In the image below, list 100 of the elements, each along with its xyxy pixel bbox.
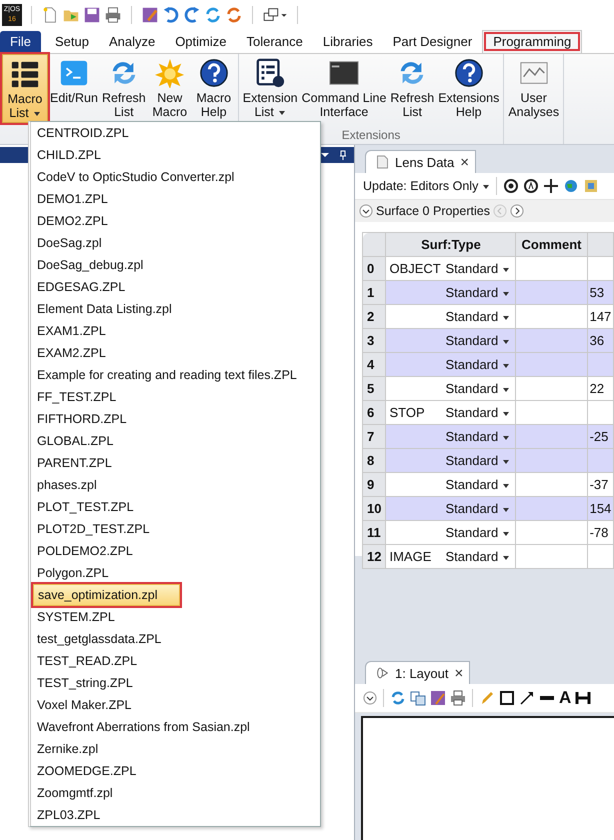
menu-item[interactable]: GLOBAL.ZPL — [33, 430, 318, 452]
menu-item[interactable]: ZOOMEDGE.ZPL — [33, 760, 318, 782]
menu-item[interactable]: POLDEMO2.ZPL — [33, 540, 318, 562]
arrow-icon[interactable] — [519, 690, 535, 706]
ribbon-button[interactable]: Refresh List — [100, 54, 148, 121]
menu-item[interactable]: Element Data Listing.zpl — [33, 298, 318, 320]
ribbon-button[interactable]: Extension List — [240, 54, 300, 121]
row-number: 0 — [362, 256, 386, 280]
expand-icon[interactable] — [363, 691, 377, 705]
menu-item[interactable]: Wavefront Aberrations from Sasian.zpl — [33, 716, 318, 738]
undo-icon[interactable] — [162, 6, 180, 24]
menu-item[interactable]: Voxel Maker.ZPL — [33, 694, 318, 716]
refresh-icon[interactable] — [390, 690, 406, 706]
table-cell — [516, 328, 588, 352]
ribbon-tab[interactable]: Tolerance — [236, 31, 313, 53]
menu-item[interactable]: EDGESAG.ZPL — [33, 276, 318, 298]
table-cell — [587, 256, 614, 280]
editor-tab[interactable]: Lens Data × — [365, 150, 476, 173]
row-number: 1 — [362, 280, 386, 304]
copy-icon[interactable] — [410, 690, 426, 706]
menu-item[interactable]: TEST_string.ZPL — [33, 672, 318, 694]
menu-item[interactable]: EXAM2.ZPL — [33, 342, 318, 364]
close-button[interactable]: × — [460, 154, 470, 170]
menu-item[interactable]: PARENT.ZPL — [33, 452, 318, 474]
menu-item[interactable]: CENTROID.ZPL — [33, 122, 318, 144]
table-cell — [516, 280, 588, 304]
ribbon-tab[interactable]: Programming — [482, 30, 582, 53]
button-label: List — [254, 105, 286, 119]
row-number: 10 — [362, 496, 386, 520]
save-as-icon[interactable] — [141, 6, 159, 24]
caret-icon[interactable] — [320, 150, 330, 160]
refresh-icon[interactable] — [204, 6, 222, 24]
dimension-icon[interactable] — [575, 690, 592, 706]
ribbon-button[interactable]: Extensions Help — [436, 54, 502, 121]
menu-item[interactable]: FF_TEST.ZPL — [33, 386, 318, 408]
column-header: Surf:Type — [386, 232, 516, 256]
redo-icon[interactable] — [183, 6, 201, 24]
ribbon-button[interactable]: New Macro — [148, 54, 192, 121]
menu-item[interactable]: PLOT2D_TEST.ZPL — [33, 518, 318, 540]
menu-item[interactable]: Example for creating and reading text files.ZPL — [33, 364, 318, 386]
ribbon-button[interactable]: Macro Help — [192, 54, 236, 121]
menu-item[interactable]: SYSTEM.ZPL — [33, 606, 318, 628]
globe-icon[interactable] — [563, 178, 580, 194]
caret-icon — [502, 506, 510, 514]
caret-icon — [502, 410, 510, 418]
list-icon — [10, 59, 40, 89]
ribbon-tab[interactable]: Libraries — [312, 31, 383, 53]
ribbon-button[interactable]: Edit/Run — [48, 54, 100, 107]
menu-item[interactable]: save_optimization.zpl — [33, 584, 180, 606]
ribbon-tab[interactable]: Optimize — [165, 31, 236, 53]
menu-item[interactable]: CHILD.ZPL — [33, 144, 318, 166]
menu-item[interactable]: FIFTHORD.ZPL — [33, 408, 318, 430]
ribbon-tab[interactable]: Analyze — [98, 31, 166, 53]
row-number: 8 — [362, 448, 386, 472]
ribbon-button[interactable]: Command Line Interface — [300, 54, 388, 121]
menu-item[interactable]: DoeSag_debug.zpl — [33, 254, 318, 276]
next-icon[interactable] — [510, 204, 524, 218]
menu-item[interactable]: phases.zpl — [33, 474, 318, 496]
ribbon-tab[interactable]: Setup — [44, 31, 99, 53]
text-tool[interactable]: A — [559, 688, 572, 708]
editor-tab[interactable]: 1: Layout × — [365, 661, 470, 684]
ribbon-button[interactable]: Refresh List — [388, 54, 436, 121]
expand-icon[interactable] — [359, 204, 373, 218]
close-button[interactable]: × — [454, 664, 464, 682]
ribbon-tab[interactable]: Part Designer — [382, 31, 482, 53]
map-icon[interactable] — [583, 178, 600, 194]
menu-item[interactable]: DEMO1.ZPL — [33, 188, 318, 210]
menu-item[interactable]: Polygon.ZPL — [33, 562, 318, 584]
ribbon-tab[interactable]: File — [0, 31, 41, 53]
new-file-icon[interactable] — [41, 6, 59, 24]
crosshair-icon[interactable] — [543, 178, 560, 194]
menu-item[interactable]: DEMO2.ZPL — [33, 210, 318, 232]
surface-type[interactable]: Standard — [445, 549, 510, 564]
menu-item[interactable]: DoeSag.zpl — [33, 232, 318, 254]
menu-item[interactable]: TEST_READ.ZPL — [33, 650, 318, 672]
print-icon[interactable] — [104, 6, 122, 24]
column-header: Comment — [516, 232, 588, 256]
rectangle-icon[interactable] — [499, 690, 515, 706]
pin-icon[interactable] — [338, 150, 348, 160]
ribbon-button[interactable]: User Analyses — [506, 54, 562, 121]
table-cell: -25 — [587, 424, 614, 448]
surface-type[interactable]: Standard — [445, 261, 510, 276]
menu-item[interactable]: test_getglassdata.ZPL — [33, 628, 318, 650]
menu-item[interactable]: CodeV to OpticStudio Converter.zpl — [33, 166, 318, 188]
button-label: Help — [200, 105, 227, 119]
table-cell — [587, 352, 614, 376]
row-number: 6 — [362, 400, 386, 424]
menu-item[interactable]: Zoomgmtf.zpl — [33, 782, 318, 804]
menu-item[interactable]: PLOT_TEST.ZPL — [33, 496, 318, 518]
windows-icon[interactable] — [262, 6, 288, 24]
ribbon-button[interactable]: Macro List — [2, 54, 48, 123]
surface-type[interactable]: Standard — [445, 405, 510, 420]
print-icon[interactable] — [450, 690, 466, 706]
save-icon[interactable] — [83, 6, 101, 24]
menu-item[interactable]: EXAM1.ZPL — [33, 320, 318, 342]
menu-item[interactable]: ZPL03.ZPL — [33, 804, 318, 826]
table-cell — [516, 520, 588, 544]
save-icon[interactable] — [430, 690, 446, 706]
menu-item[interactable]: Zernike.zpl — [33, 738, 318, 760]
refresh-icon[interactable] — [225, 6, 243, 24]
